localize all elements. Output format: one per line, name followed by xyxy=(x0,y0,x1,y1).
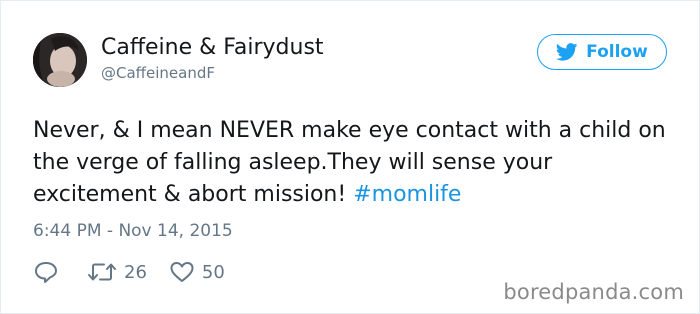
twitter-bird-icon xyxy=(556,43,578,61)
tweet-body: Never, & I mean NEVER make eye contact w… xyxy=(33,118,666,207)
tweet-actions: 26 50 xyxy=(33,259,225,285)
heart-icon xyxy=(169,260,195,284)
author-display-name[interactable]: Caffeine & Fairydust xyxy=(101,34,324,62)
retweet-button[interactable]: 26 xyxy=(87,261,147,283)
hashtag-link[interactable]: #momlife xyxy=(353,182,461,207)
avatar[interactable] xyxy=(33,33,87,87)
author-handle[interactable]: @CaffeineandF xyxy=(101,63,215,83)
tweet-card: Caffeine & Fairydust @CaffeineandF Follo… xyxy=(0,0,700,314)
retweet-icon xyxy=(87,261,117,283)
reply-icon xyxy=(33,260,59,284)
retweet-count: 26 xyxy=(124,261,147,283)
like-count: 50 xyxy=(201,261,225,283)
tweet-text: Never, & I mean NEVER make eye contact w… xyxy=(33,115,673,211)
reply-button[interactable] xyxy=(33,260,59,284)
follow-button-label: Follow xyxy=(586,42,648,62)
watermark: boredpanda.com xyxy=(503,280,684,304)
like-button[interactable]: 50 xyxy=(169,260,225,284)
follow-button[interactable]: Follow xyxy=(537,34,667,70)
tweet-timestamp[interactable]: 6:44 PM - Nov 14, 2015 xyxy=(33,220,233,242)
